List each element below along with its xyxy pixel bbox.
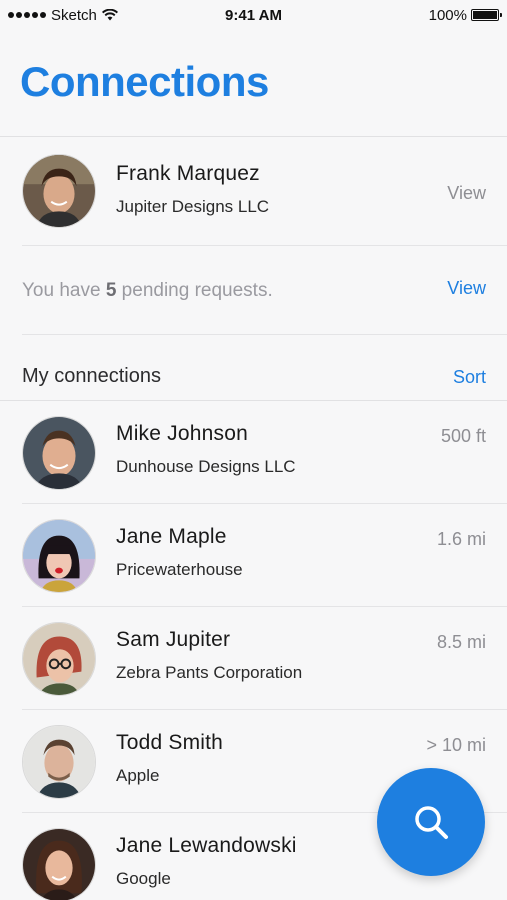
sort-button[interactable]: Sort (453, 367, 486, 388)
list-item-company: Apple (116, 766, 160, 785)
featured-connection[interactable]: Frank Marquez Jupiter Designs LLC View (0, 137, 507, 245)
mike-avatar (22, 415, 96, 490)
pending-view-button[interactable]: View (447, 278, 486, 299)
list-item-name: Mike Johnson (116, 422, 248, 445)
pending-prefix: You have (22, 280, 106, 301)
list-item-distance: 8.5 mi (436, 632, 486, 652)
list-item-name: Sam Jupiter (116, 628, 231, 651)
list-item-text: Jane Lewandowski Google (116, 834, 297, 889)
status-right: 100% (428, 6, 502, 24)
featured-text: Frank Marquez Jupiter Designs LLC (116, 162, 270, 217)
list-item[interactable]: Sam Jupiter Zebra Pants Corporation 8.5 … (0, 607, 507, 710)
featured-company: Jupiter Designs LLC (116, 196, 270, 216)
search-button[interactable] (377, 768, 485, 876)
list-item-text: Sam Jupiter Zebra Pants Corporation (116, 628, 303, 683)
pending-text: You have 5 pending requests. (22, 280, 273, 302)
featured-view-button[interactable]: View (447, 183, 486, 204)
jane-maple-avatar (22, 518, 96, 593)
pending-suffix: pending requests. (116, 280, 273, 301)
featured-name: Frank Marquez (116, 161, 260, 185)
list-item-distance: 1.6 mi (436, 529, 486, 549)
list-item-distance: 500 ft (440, 426, 486, 446)
frank-avatar (22, 154, 96, 228)
pending-requests-row: You have 5 pending requests. View (22, 246, 486, 334)
pending-count: 5 (105, 280, 117, 301)
list-item-distance: > 10 mi (426, 735, 486, 755)
list-item-text: Todd Smith Apple (116, 731, 223, 786)
list-item-name: Jane Maple (116, 525, 227, 548)
status-left: Sketch (8, 7, 118, 24)
sam-avatar (22, 621, 96, 696)
signal-dots-icon (8, 12, 46, 18)
list-item-name: Todd Smith (116, 731, 224, 754)
carrier-label: Sketch (51, 6, 97, 24)
list-item-text: Mike Johnson Dunhouse Designs LLC (116, 422, 296, 477)
battery-icon (471, 9, 502, 21)
list-item[interactable]: Jane Maple Pricewaterhouse 1.6 mi (0, 504, 507, 607)
list-item-company: Dunhouse Designs LLC (116, 457, 296, 476)
battery-percent: 100% (428, 6, 467, 24)
list-item-text: Jane Maple Pricewaterhouse (116, 525, 243, 580)
list-item-company: Pricewaterhouse (116, 560, 243, 579)
jane-lewandowski-avatar (22, 827, 96, 900)
page-title: Connections (20, 58, 269, 105)
list-item-name: Jane Lewandowski (116, 834, 297, 857)
list-item[interactable]: Mike Johnson Dunhouse Designs LLC 500 ft (0, 401, 507, 504)
wifi-icon (101, 9, 118, 21)
search-icon (415, 806, 448, 839)
section-title: My connections (22, 365, 161, 387)
pending-divider (22, 334, 507, 335)
status-bar: Sketch 9:41 AM 100% (0, 0, 507, 30)
todd-avatar (22, 724, 96, 799)
list-item-company: Google (116, 869, 171, 888)
list-item-company: Zebra Pants Corporation (116, 663, 303, 682)
section-header: My connections Sort (22, 355, 486, 399)
